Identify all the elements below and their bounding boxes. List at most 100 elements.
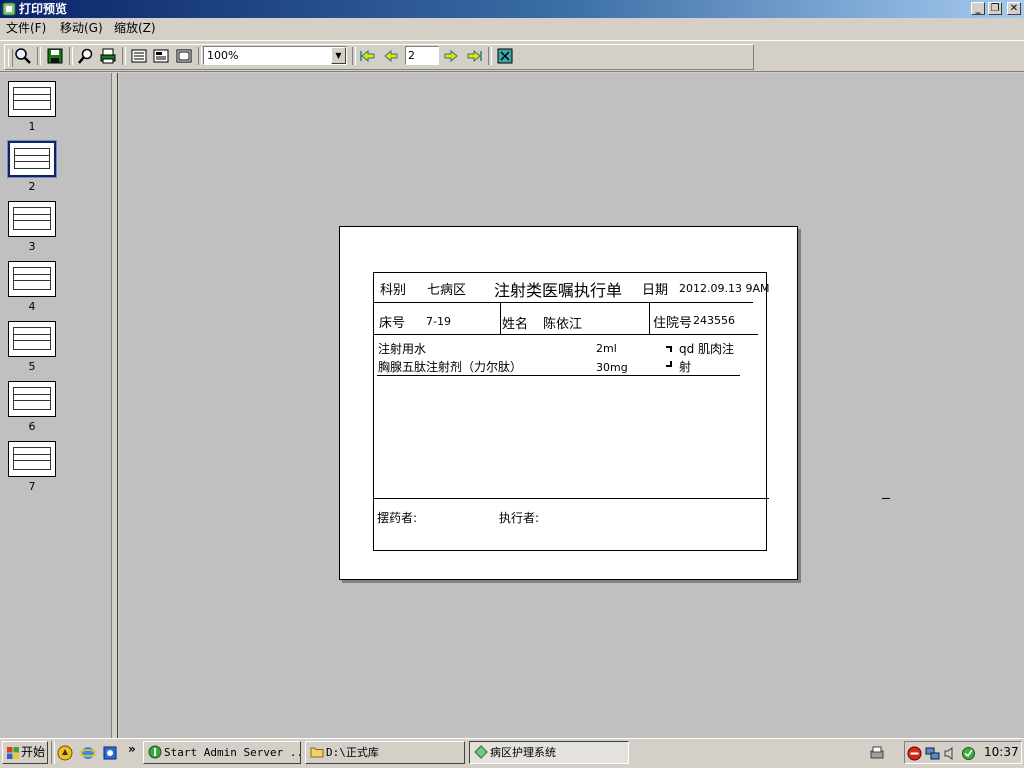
quicklaunch-explorer-icon[interactable] xyxy=(102,745,118,761)
stop-sign-icon[interactable] xyxy=(907,746,922,761)
menu-move[interactable]: 移动(G) xyxy=(56,20,107,36)
thumbnail-label: 3 xyxy=(28,240,36,253)
form-border-left xyxy=(373,272,374,551)
magnifier-icon[interactable] xyxy=(14,47,32,65)
usage-text-line1: qd 肌肉注 xyxy=(679,342,735,356)
form-border-top xyxy=(373,272,766,273)
page-number-input[interactable]: 2 xyxy=(405,46,439,65)
splitter[interactable] xyxy=(112,73,118,738)
executor-label: 执行者: xyxy=(499,511,540,525)
save-icon[interactable] xyxy=(46,47,64,65)
toolbar-separator xyxy=(69,47,73,65)
internet-explorer-icon[interactable] xyxy=(80,745,96,761)
bed-label: 床号 xyxy=(379,316,406,331)
previous-page-icon[interactable] xyxy=(382,47,400,65)
page-thumbnail-3[interactable] xyxy=(8,201,56,237)
admission-label: 住院号 xyxy=(653,316,693,331)
restore-button[interactable]: ❐ xyxy=(988,2,1002,15)
find-icon[interactable] xyxy=(77,47,95,65)
thumbnail-label: 2 xyxy=(28,180,36,193)
dispenser-label: 摆药者: xyxy=(377,511,418,525)
date-value: 2012.09.13 9AM xyxy=(679,282,770,295)
last-page-icon[interactable] xyxy=(465,47,483,65)
toolbar-separator xyxy=(352,47,356,65)
windows-logo-icon xyxy=(7,747,19,759)
minimize-button[interactable]: _ xyxy=(971,2,985,15)
form-border-bottom xyxy=(373,550,767,551)
menu-file[interactable]: 文件(F) xyxy=(2,20,50,36)
folder-icon xyxy=(310,747,324,758)
date-label: 日期 xyxy=(642,283,669,298)
usage-text-line2: 射 xyxy=(679,360,692,374)
task-label: D:\正式库 xyxy=(326,746,379,759)
whole-page-icon[interactable] xyxy=(152,47,170,65)
form-border-right xyxy=(766,272,767,551)
header-divider xyxy=(373,302,753,303)
security-icon[interactable] xyxy=(961,746,976,761)
menu-zoom[interactable]: 缩放(Z) xyxy=(110,20,160,36)
toolbar-separator xyxy=(122,47,126,65)
signature-divider xyxy=(373,498,769,499)
task-admin-server[interactable]: Start Admin Server ... xyxy=(143,741,301,764)
drug-name: 胸腺五肽注射剂（力尔肽） xyxy=(378,360,523,374)
page-thumbnail-2[interactable] xyxy=(8,141,56,177)
actual-size-icon[interactable] xyxy=(175,47,193,65)
server-app-icon xyxy=(148,745,162,759)
network-icon[interactable] xyxy=(925,746,940,761)
group-bracket-top xyxy=(666,346,672,352)
page-thumbnail-6[interactable] xyxy=(8,381,56,417)
task-folder[interactable]: D:\正式库 xyxy=(305,741,465,764)
page-thumbnail-7[interactable] xyxy=(8,441,56,477)
start-label: 开始 xyxy=(21,745,46,759)
dept-value: 七病区 xyxy=(427,283,467,298)
title-bar[interactable] xyxy=(0,0,1024,18)
info-cell-divider xyxy=(649,302,650,334)
zoom-select[interactable]: 100% ▼ xyxy=(203,46,347,65)
quicklaunch-more-icon[interactable]: » xyxy=(128,742,136,756)
dept-label: 科别 xyxy=(380,283,407,298)
thumbnail-label: 1 xyxy=(28,120,36,133)
app-icon xyxy=(2,2,16,16)
page-width-icon[interactable] xyxy=(130,47,148,65)
drug-dose: 2ml xyxy=(596,342,617,355)
bed-value: 7-19 xyxy=(426,315,451,328)
info-divider xyxy=(373,334,758,335)
task-nursing-system[interactable]: 病区护理系统 xyxy=(469,741,629,764)
name-label: 姓名 xyxy=(502,317,529,332)
toolbar-separator xyxy=(198,47,202,65)
stray-mark xyxy=(882,498,890,499)
quicklaunch-app-icon[interactable] xyxy=(57,745,73,761)
page-thumbnail-5[interactable] xyxy=(8,321,56,357)
group-bracket-bottom xyxy=(666,361,672,367)
chevron-down-icon[interactable]: ▼ xyxy=(331,47,346,64)
next-page-icon[interactable] xyxy=(442,47,460,65)
drug-group-underline xyxy=(377,375,740,376)
task-label: 病区护理系统 xyxy=(490,746,556,759)
start-button[interactable]: 开始 xyxy=(2,741,48,764)
toolbar-separator xyxy=(488,47,492,65)
page-thumbnail-4[interactable] xyxy=(8,261,56,297)
page-thumbnail-1[interactable] xyxy=(8,81,56,117)
taskbar-separator xyxy=(51,741,55,764)
window-title: 打印预览 xyxy=(19,2,68,16)
thumbnail-label: 4 xyxy=(28,300,36,313)
drug-dose: 30mg xyxy=(596,361,628,374)
printer-icon[interactable] xyxy=(99,47,117,65)
network-printer-icon[interactable] xyxy=(868,744,886,762)
drug-name: 注射用水 xyxy=(378,342,427,356)
form-title: 注射类医嘱执行单 xyxy=(494,281,623,300)
thumbnail-label: 7 xyxy=(28,480,36,493)
task-label: Start Admin Server ... xyxy=(164,746,301,759)
patient-name: 陈依江 xyxy=(543,317,583,332)
info-cell-divider xyxy=(500,302,501,334)
first-page-icon[interactable] xyxy=(359,47,377,65)
close-button[interactable]: ✕ xyxy=(1007,2,1021,15)
volume-icon[interactable] xyxy=(943,746,958,761)
admission-number: 243556 xyxy=(693,314,735,327)
toolbar-separator xyxy=(37,47,41,65)
zoom-value: 100% xyxy=(207,49,239,62)
nursing-app-icon xyxy=(474,745,488,759)
close-preview-icon[interactable] xyxy=(496,47,514,65)
toolbar-grip[interactable] xyxy=(8,49,13,67)
clock[interactable]: 10:37 xyxy=(984,745,1019,759)
